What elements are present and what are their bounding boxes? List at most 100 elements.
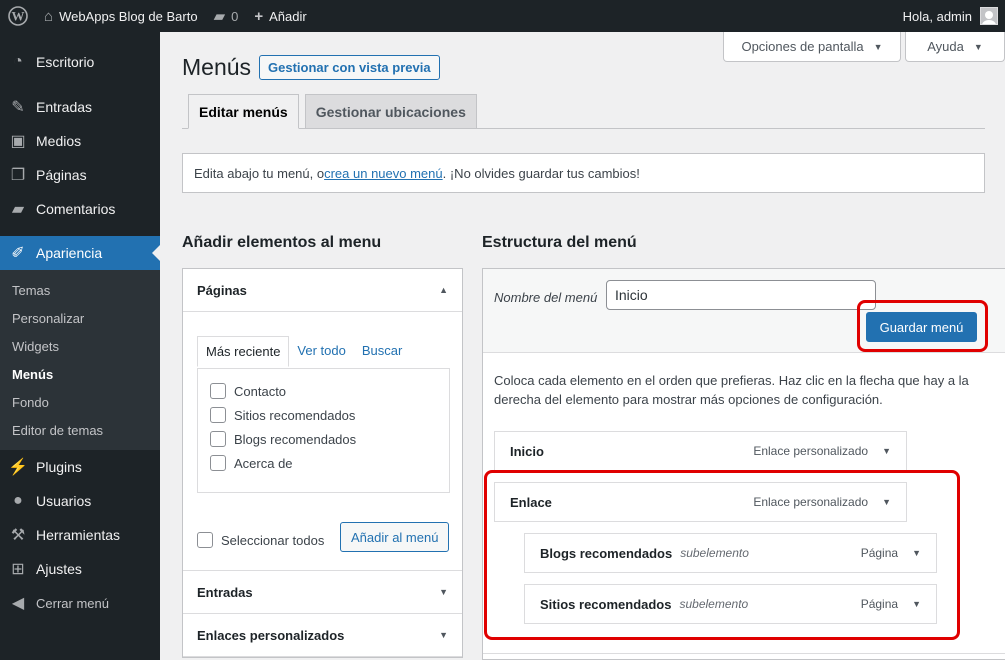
help-button[interactable]: Ayuda ▼ [905,32,1005,62]
menu-name-input[interactable]: Inicio [606,280,876,310]
menu-item-type: Página [860,546,899,560]
menu-structure-heading: Estructura del menú [482,234,637,251]
menu-name-label: Nombre del menú [494,290,598,305]
wordpress-logo-icon[interactable]: W [0,0,36,32]
sidebar-item-apariencia[interactable]: ✐ Apariencia [0,236,160,270]
section-title: Páginas [197,282,247,298]
accordion-section-posts[interactable]: Entradas ▼ [183,571,462,614]
sidebar-item-label: Comentarios [36,201,116,217]
svg-text:W: W [12,9,25,24]
arrow-down-icon[interactable]: ▼ [912,599,921,609]
sidebar-item-usuarios[interactable]: ● Usuarios [0,484,160,518]
list-item[interactable]: Contacto [198,379,449,403]
page-label: Contacto [234,383,287,399]
sidebar-item-label: Herramientas [36,527,121,543]
tab-view-all[interactable]: Ver todo [289,336,353,367]
accordion-section-pages[interactable]: Páginas ▲ [183,269,462,312]
manage-preview-button[interactable]: Gestionar con vista previa [259,55,440,80]
sidebar-item-plugins[interactable]: ⚡ Plugins [0,450,160,484]
sidebar-item-medios[interactable]: ▣ Medios [0,124,160,158]
menu-item-type: Enlace personalizado [753,444,869,458]
add-items-accordion: Páginas ▲ Más reciente Ver todo Buscar C… [182,268,463,658]
tab-manage-locations[interactable]: Gestionar ubicaciones [304,94,477,129]
sidebar-item-paginas[interactable]: ❐ Páginas [0,158,160,192]
home-icon-site-link[interactable]: ⌂ WebApps Blog de Barto [36,0,206,32]
sidebar-item-label: Escritorio [36,54,95,70]
checkbox[interactable] [210,407,226,423]
tools-icon: ⚒ [10,527,26,544]
menu-footer-divider [483,653,1005,654]
sidebar-item-escritorio[interactable]: ◔ Escritorio [0,45,160,79]
menu-item-title: Inicio [510,443,544,459]
comment-icon: ▰ [11,201,25,218]
list-item[interactable]: Acerca de [198,451,449,475]
sidebar-item-label: Cerrar menú [36,595,109,611]
menu-item-subitem-label: subelemento [680,546,749,560]
menu-item-enlace[interactable]: Enlace Enlace personalizado ▼ [494,482,907,522]
dashboard-icon: ◔ [13,53,23,70]
submenu-item-widgets[interactable]: Widgets [0,332,160,360]
account-menu[interactable]: Hola, admin [895,0,1005,32]
create-new-menu-link[interactable]: crea un nuevo menú [324,166,443,181]
screen-options-button[interactable]: Opciones de pantalla ▼ [723,32,901,62]
checkbox[interactable] [210,383,226,399]
submenu-item-editor-temas[interactable]: Editor de temas [0,416,160,444]
comment-icon: ▰ [213,8,226,25]
checkbox[interactable] [210,431,226,447]
select-all-checkbox[interactable] [197,532,213,548]
admin-sidebar: ◔ Escritorio ✎ Entradas ▣ Medios ❐ Páginas ▰… [0,32,160,660]
save-menu-button[interactable]: Guardar menú [866,312,977,342]
plugin-icon: ⚡ [8,459,28,476]
page-label: Acerca de [234,455,293,471]
accordion-section-custom-links[interactable]: Enlaces personalizados ▼ [183,614,462,657]
submenu-item-menus[interactable]: Menús [0,360,160,388]
menu-structure-panel: Nombre del menú Inicio Guardar menú Colo… [482,268,1005,660]
menu-item-subitem-label: subelemento [679,597,749,611]
menu-item-blogs-recomendados[interactable]: Blogs recomendados subelemento Página ▼ [524,533,937,573]
menu-item-title: Sitios recomendados [540,596,672,612]
select-all-row[interactable]: Seleccionar todos [197,532,324,548]
sidebar-item-label: Entradas [36,99,93,115]
submenu-item-personalizar[interactable]: Personalizar [0,304,160,332]
admin-bar: W ⌂ WebApps Blog de Barto ▰ 0 + Añadir H… [0,0,1005,32]
menu-item-inicio[interactable]: Inicio Enlace personalizado ▼ [494,431,907,471]
collapse-icon: ◀ [11,595,25,612]
arrow-down-icon[interactable]: ▼ [882,497,891,507]
sidebar-item-ajustes[interactable]: ⊞ Ajustes [0,552,160,586]
comments-link[interactable]: ▰ 0 [206,0,247,32]
sidebar-item-label: Ajustes [36,561,82,577]
list-item[interactable]: Blogs recomendados [198,427,449,451]
new-label: Añadir [269,8,307,24]
menu-item-type: Enlace personalizado [753,495,869,509]
submenu-item-temas[interactable]: Temas [0,276,160,304]
sidebar-item-label: Plugins [36,459,82,475]
new-content-link[interactable]: + Añadir [246,0,314,32]
submenu-item-fondo[interactable]: Fondo [0,388,160,416]
arrow-down-icon[interactable]: ▼ [882,446,891,456]
screen-meta-links: Opciones de pantalla ▼ Ayuda ▼ [723,32,1005,62]
arrow-down-icon[interactable]: ▼ [912,548,921,558]
menu-item-sitios-recomendados[interactable]: Sitios recomendados subelemento Página ▼ [524,584,937,624]
add-to-menu-button[interactable]: Añadir al menú [340,522,450,552]
page-title: Menús [182,54,252,80]
notice-text-before: Edita abajo tu menú, o [194,165,325,181]
tab-edit-menus[interactable]: Editar menús [188,94,299,129]
tab-most-recent[interactable]: Más reciente [197,336,290,367]
menu-instructions: Coloca cada elemento en el orden que pre… [494,373,969,407]
sidebar-item-herramientas[interactable]: ⚒ Herramientas [0,518,160,552]
sidebar-item-cerrar-menu[interactable]: ◀ Cerrar menú [0,586,160,620]
checkbox[interactable] [210,455,226,471]
list-item[interactable]: Sitios recomendados [198,403,449,427]
nav-tabs: Editar menús Gestionar ubicaciones [182,94,483,129]
arrow-up-icon: ▲ [439,285,448,295]
page-label: Blogs recomendados [234,431,357,447]
menu-item-title: Enlace [510,494,552,510]
sidebar-item-entradas[interactable]: ✎ Entradas [0,90,160,124]
arrow-down-icon: ▼ [439,630,448,640]
tab-search[interactable]: Buscar [354,336,410,367]
select-all-label: Seleccionar todos [221,532,325,548]
section-title: Entradas [197,584,253,600]
pages-panel: Más reciente Ver todo Buscar Contacto Si… [183,312,462,571]
sidebar-item-comentarios[interactable]: ▰ Comentarios [0,192,160,226]
help-label: Ayuda [927,39,964,54]
